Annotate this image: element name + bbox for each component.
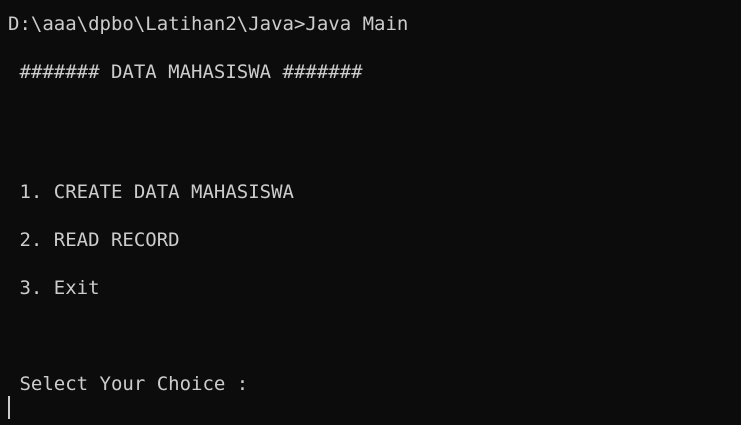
command-prompt-line: D:\aaa\dpbo\Latihan2\Java>Java Main [8, 13, 409, 35]
text-cursor[interactable] [8, 396, 10, 419]
choice-prompt: Select Your Choice : [8, 373, 249, 395]
menu-item-exit: 3. Exit [8, 277, 100, 299]
console-window[interactable]: D:\aaa\dpbo\Latihan2\Java>Java Main ####… [0, 0, 741, 425]
menu-item-create: 1. CREATE DATA MAHASISWA [8, 181, 294, 203]
menu-item-read: 2. READ RECORD [8, 229, 180, 251]
program-header: ####### DATA MAHASISWA ####### [8, 61, 363, 83]
